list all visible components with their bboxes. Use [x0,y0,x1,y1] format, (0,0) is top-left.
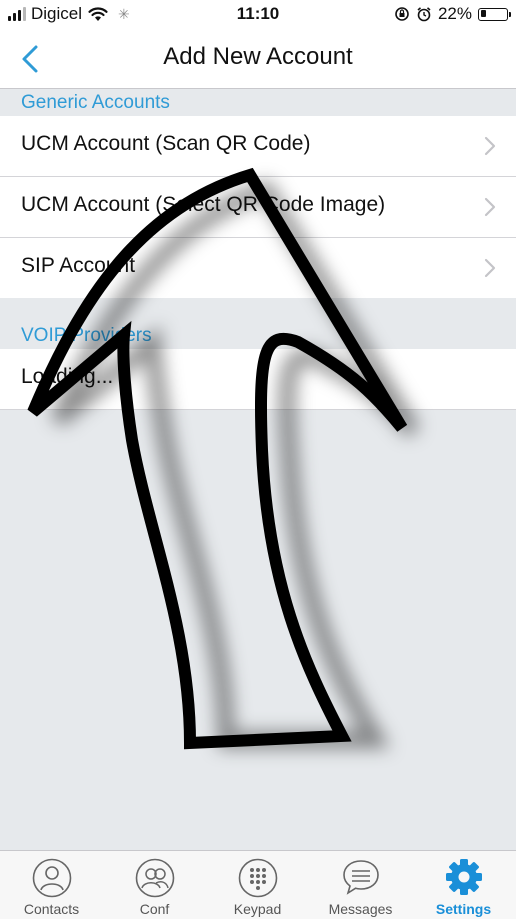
conference-icon [135,858,175,898]
voip-provider-loading-row: Loading... [0,349,516,409]
page-title: Add New Account [163,43,353,70]
battery-icon [478,7,511,21]
section-header-voip: VOIP Providers [21,325,152,346]
option-label: UCM Account (Scan QR Code) [21,132,311,155]
tab-contacts[interactable]: Contacts [0,851,103,919]
alarm-icon [417,7,431,22]
chevron-right-icon [484,197,496,217]
status-bar: Digicel ✳ 11:10 22% [0,0,516,30]
option-label: UCM Account (Select QR Code Image) [21,193,386,216]
battery-level [480,10,486,17]
contact-icon [32,858,72,898]
section-header-generic: Generic Accounts [21,92,170,113]
account-option-ucm-select-qr-image[interactable]: UCM Account (Select QR Code Image) [0,177,516,237]
divider [0,409,516,410]
gear-icon [446,859,482,895]
account-option-ucm-scan-qr[interactable]: UCM Account (Scan QR Code) [0,116,516,176]
tab-conf[interactable]: Conf [103,851,206,919]
tab-label: Keypad [233,901,282,917]
tab-messages[interactable]: Messages [309,851,412,919]
status-right: 22% [394,4,511,24]
loading-text: Loading... [21,365,114,388]
chevron-right-icon [484,136,496,156]
battery-percent: 22% [437,4,472,23]
account-option-sip[interactable]: SIP Account [0,238,516,298]
navigation-bar: Add New Account [0,30,516,89]
tab-label: Conf [139,901,170,917]
tab-settings[interactable]: Settings [412,851,515,919]
chevron-right-icon [484,258,496,278]
tab-bar: Contacts Conf Keypad Messages Settings [0,850,516,919]
keypad-icon [238,858,278,898]
tab-label: Contacts [23,901,80,917]
message-icon [343,860,379,895]
tab-label: Settings [435,901,492,917]
tab-keypad[interactable]: Keypad [206,851,309,919]
option-label: SIP Account [21,254,136,277]
tab-label: Messages [328,901,393,917]
orientation-lock-icon [395,7,409,21]
